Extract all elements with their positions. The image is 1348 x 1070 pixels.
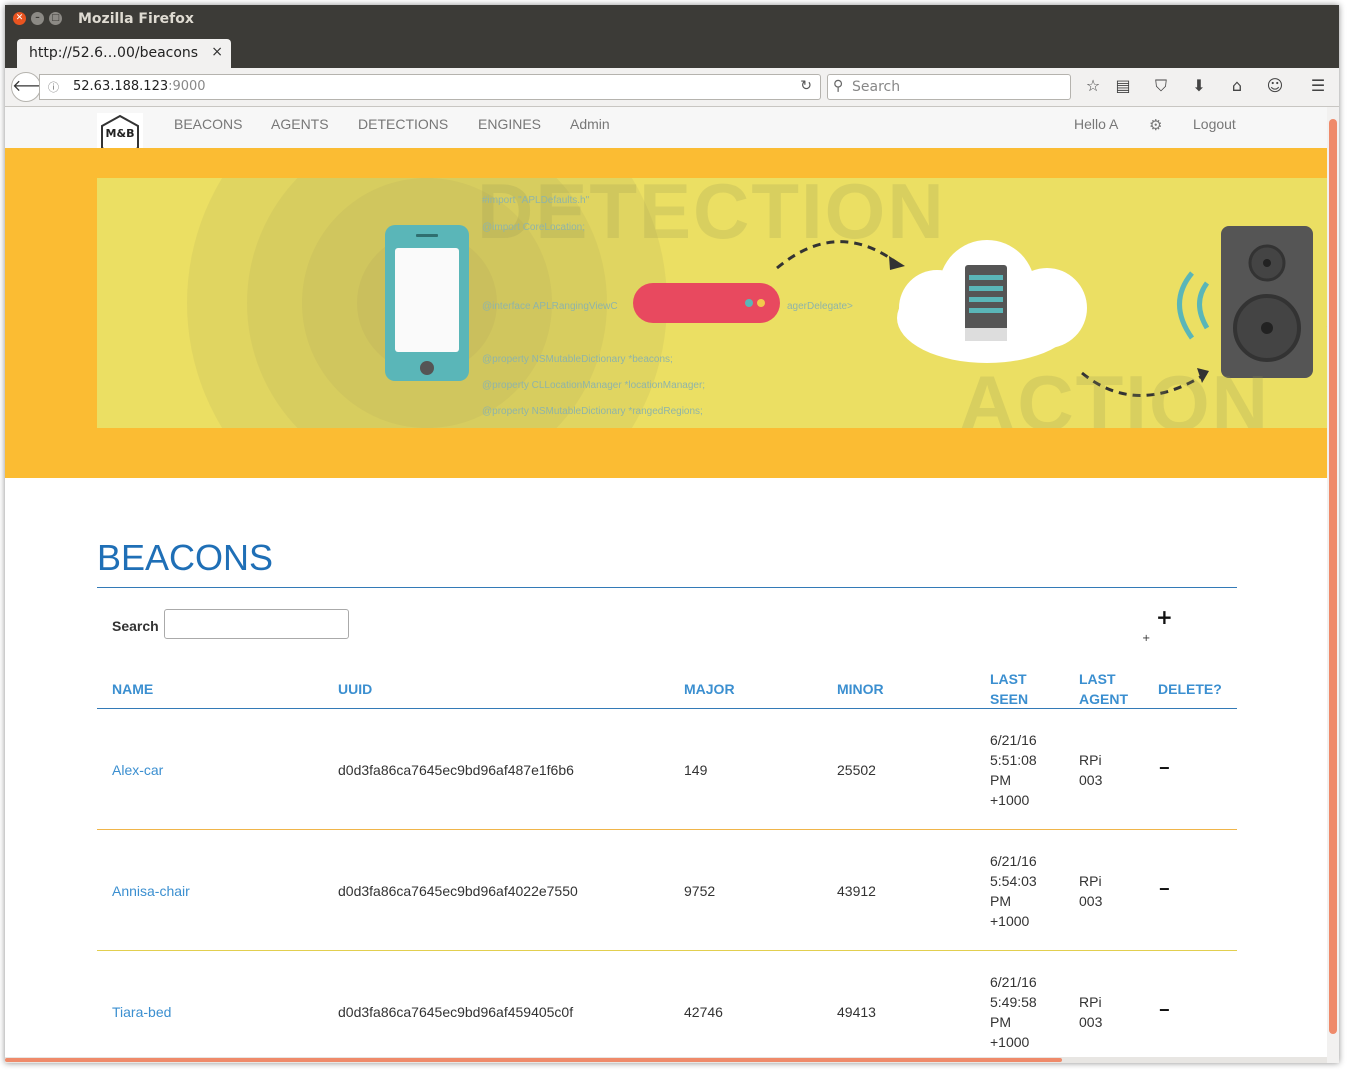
back-icon[interactable]: 🡐 [11, 72, 55, 102]
table-row: Annisa-chair d0d3fa86ca7645ec9bd96af4022… [97, 831, 1237, 951]
speaker-icon [1177, 226, 1327, 378]
beacon-minor: 49413 [837, 1004, 876, 1020]
horizontal-scrollbar-thumb[interactable] [5, 1058, 1062, 1062]
browser-search-input[interactable]: ⚲ Search [827, 74, 1071, 100]
beacon-last-agent: RPi 003 [1079, 994, 1103, 1030]
row-divider [97, 829, 1237, 830]
hero-code-line: @interface APLRangingViewC [482, 301, 618, 312]
header-major[interactable]: MAJOR [684, 679, 735, 699]
beacon-uuid: d0d3fa86ca7645ec9bd96af459405c0f [338, 1004, 574, 1020]
hero-illustration: DETECTION ACTION #import "APLDefaults.h"… [97, 178, 1327, 428]
tab-close-icon[interactable]: × [211, 44, 223, 60]
nav-detections[interactable]: DETECTIONS [358, 116, 448, 132]
nav-agents[interactable]: AGENTS [271, 116, 329, 132]
beacon-name-link[interactable]: Tiara-bed [112, 1002, 171, 1022]
vertical-scrollbar-thumb[interactable] [1329, 119, 1337, 1034]
window-title: Mozilla Firefox [78, 11, 194, 27]
reader-list-icon[interactable]: ▤ [1112, 76, 1134, 95]
search-icon: ⚲ [833, 78, 844, 94]
settings-gear-icon[interactable]: ⚙ [1149, 116, 1162, 134]
tab-title: http://52.6…00/beacons [29, 45, 199, 61]
header-uuid[interactable]: UUID [338, 679, 372, 699]
hero-code-line: @import CoreLocation; [482, 222, 585, 233]
beacon-last-seen: 6/21/16 5:54:03 PM +1000 [990, 853, 1037, 929]
tab-strip: http://52.6…00/beacons × ✚ [5, 35, 1339, 95]
hero-banner: DETECTION ACTION #import "APLDefaults.h"… [5, 148, 1327, 478]
beacon-device-icon [633, 283, 780, 323]
beacon-uuid: d0d3fa86ca7645ec9bd96af487e1f6b6 [338, 762, 574, 778]
table-row: Tiara-bed d0d3fa86ca7645ec9bd96af459405c… [97, 952, 1237, 1063]
hero-word-action: ACTION [959, 359, 1270, 428]
url-text: 52.63.188.123:9000 [73, 79, 206, 94]
hello-icon[interactable]: ☺ [1264, 76, 1286, 95]
hero-code-line: agerDelegate> [787, 301, 853, 312]
logo-text: M&B [105, 127, 135, 140]
header-delete: DELETE? [1158, 681, 1222, 697]
row-divider [97, 950, 1237, 951]
header-divider [97, 708, 1237, 709]
delete-beacon-button[interactable]: − [1159, 1000, 1170, 1020]
vertical-scrollbar[interactable] [1327, 107, 1339, 1063]
menu-icon[interactable]: ☰ [1307, 76, 1329, 95]
table-row: Alex-car d0d3fa86ca7645ec9bd96af487e1f6b… [97, 710, 1237, 830]
hero-word-detection: DETECTION [477, 178, 946, 255]
nav-admin[interactable]: Admin [570, 116, 610, 132]
window-close-icon[interactable]: ✕ [13, 12, 26, 25]
header-last-agent[interactable]: LAST AGENT [1079, 669, 1128, 709]
header-last-seen[interactable]: LAST SEEN [990, 669, 1028, 709]
phone-icon [385, 225, 469, 381]
browser-search-placeholder: Search [852, 79, 901, 95]
window-minimize-icon[interactable]: – [31, 12, 44, 25]
hero-code-line: @property NSMutableDictionary *rangedReg… [482, 406, 703, 417]
nav-engines[interactable]: ENGINES [478, 116, 541, 132]
window-maximize-icon[interactable]: □ [49, 12, 62, 25]
beacon-minor: 43912 [837, 883, 876, 899]
beacon-major: 42746 [684, 1004, 723, 1020]
bookmark-star-icon[interactable]: ☆ [1082, 76, 1104, 95]
delete-beacon-button[interactable]: − [1159, 879, 1170, 899]
reload-icon[interactable]: ↻ [800, 78, 812, 94]
nav-beacons[interactable]: BEACONS [174, 116, 242, 132]
home-icon[interactable]: ⌂ [1226, 76, 1248, 95]
header-name[interactable]: NAME [112, 679, 153, 699]
pocket-icon[interactable]: ⛉ [1150, 76, 1172, 96]
add-beacon-button[interactable]: + [1156, 605, 1173, 629]
beacon-major: 149 [684, 762, 708, 778]
site-info-icon[interactable]: ⓘ [48, 79, 59, 95]
nav-greeting[interactable]: Hello A [1074, 116, 1118, 132]
page-title: BEACONS [97, 537, 274, 578]
download-icon[interactable]: ⬇ [1188, 76, 1210, 95]
page-content: M&B BEACONS AGENTS DETECTIONS ENGINES Ad… [5, 107, 1327, 1063]
app-navbar: M&B BEACONS AGENTS DETECTIONS ENGINES Ad… [5, 107, 1327, 161]
title-bar: ✕ – □ Mozilla Firefox [5, 5, 1339, 35]
beacon-last-seen: 6/21/16 5:51:08 PM +1000 [990, 732, 1037, 808]
add-beacon-link[interactable]: + [1142, 633, 1150, 644]
beacon-search-input[interactable] [164, 609, 349, 639]
hero-code-line: #import "APLDefaults.h" [482, 195, 590, 206]
hero-code-line: @property NSMutableDictionary *beacons; [482, 354, 673, 365]
cloud-server-icon [897, 240, 1087, 363]
beacon-last-agent: RPi 003 [1079, 752, 1103, 788]
beacon-uuid: d0d3fa86ca7645ec9bd96af4022e7550 [338, 883, 578, 899]
beacon-major: 9752 [684, 883, 716, 899]
delete-beacon-button[interactable]: − [1159, 758, 1170, 778]
horizontal-scrollbar[interactable] [5, 1057, 1327, 1063]
header-minor[interactable]: MINOR [837, 679, 884, 699]
beacon-last-seen: 6/21/16 5:49:58 PM +1000 [990, 974, 1037, 1050]
browser-navbar: 🡐 ⓘ 52.63.188.123:9000 ↻ ⚲ Search ☆ ▤ ⛉ … [5, 68, 1339, 107]
beacon-last-agent: RPi 003 [1079, 873, 1103, 909]
hero-code-line: @property CLLocationManager *locationMan… [482, 380, 706, 391]
beacon-minor: 25502 [837, 762, 876, 778]
browser-window: ✕ – □ Mozilla Firefox http://52.6…00/bea… [5, 5, 1339, 1063]
title-divider [97, 587, 1237, 588]
browser-tab[interactable]: http://52.6…00/beacons × [17, 39, 231, 68]
nav-logout[interactable]: Logout [1193, 116, 1236, 132]
beacon-name-link[interactable]: Annisa-chair [112, 881, 190, 901]
search-label: Search [112, 618, 159, 634]
beacon-name-link[interactable]: Alex-car [112, 760, 163, 780]
url-bar[interactable]: ⓘ 52.63.188.123:9000 ↻ [39, 74, 821, 100]
